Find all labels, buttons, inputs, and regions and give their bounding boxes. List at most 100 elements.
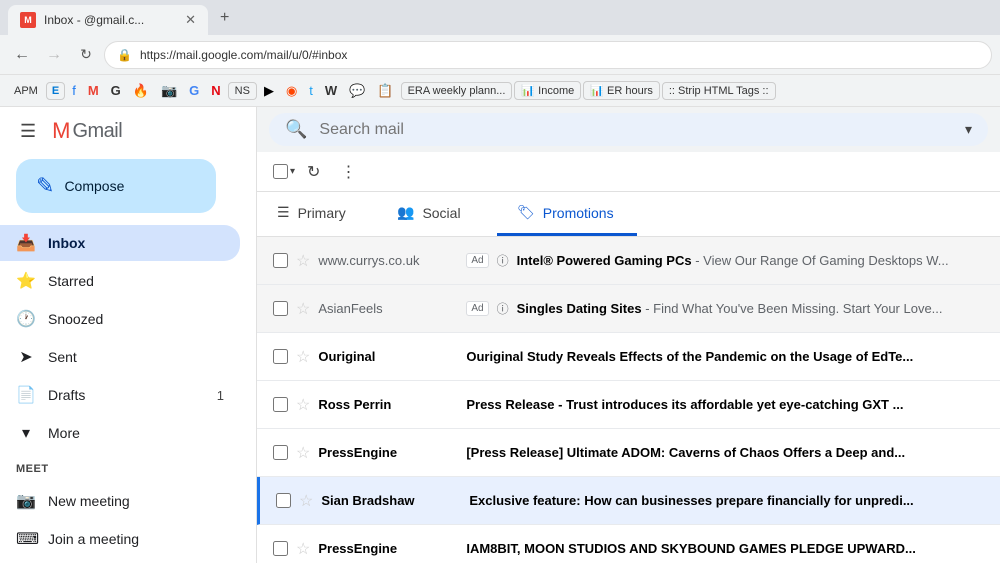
hamburger-menu-button[interactable]: ☰ — [16, 117, 40, 146]
email-row[interactable]: ☆ PressEngine [Press Release] Ultimate A… — [257, 429, 1000, 477]
search-input[interactable] — [319, 121, 953, 139]
bookmark-strip[interactable]: :: Strip HTML Tags :: — [662, 82, 776, 100]
sidebar-item-label-drafts: Drafts — [48, 387, 85, 403]
refresh-toolbar-button[interactable]: ↻ — [299, 158, 328, 186]
star-icon[interactable]: ☆ — [296, 299, 310, 319]
star-icon[interactable]: ☆ — [296, 347, 310, 367]
email-checkbox[interactable] — [273, 445, 288, 460]
bookmark-g3[interactable]: G — [184, 81, 204, 100]
bookmark-ns[interactable]: NS — [228, 82, 257, 100]
bookmark-reddit[interactable]: ◉ — [281, 81, 302, 101]
gmail-logo-icon: M — [52, 118, 70, 144]
ad-info-icon[interactable]: ⓘ — [497, 252, 509, 269]
url-text: https://mail.google.com/mail/u/0/#inbox — [140, 48, 347, 62]
sidebar-item-label-inbox: Inbox — [48, 235, 85, 251]
bookmark-er-hours[interactable]: 📊 ER hours — [583, 81, 660, 100]
primary-tab-icon: ☰ — [277, 204, 290, 221]
starred-icon: ⭐ — [16, 271, 36, 291]
star-icon[interactable]: ☆ — [296, 443, 310, 463]
sent-icon: ➤ — [16, 347, 36, 367]
email-preview: - Find What You've Been Missing. Start Y… — [645, 301, 942, 316]
keyboard-icon: ⌨ — [16, 529, 36, 549]
email-checkbox[interactable] — [273, 397, 288, 412]
email-row[interactable]: ☆ Ross Perrin Press Release - Trust intr… — [257, 381, 1000, 429]
bookmark-g[interactable]: G — [106, 81, 126, 100]
nav-more[interactable]: ▾ More — [0, 415, 240, 451]
email-list: ☆ www.currys.co.uk Ad ⓘ Intel® Powered G… — [257, 237, 1000, 563]
select-all-checkbox[interactable] — [273, 164, 288, 179]
email-checkbox[interactable] — [273, 301, 288, 316]
nav-inbox[interactable]: 📥 Inbox — [0, 225, 240, 261]
more-options-toolbar-button[interactable]: ⋮ — [332, 158, 364, 186]
search-bar[interactable]: 🔍 ▾ — [269, 113, 988, 146]
email-row[interactable]: ☆ PressEngine IAM8BIT, MOON STUDIOS AND … — [257, 525, 1000, 563]
social-tab-label: Social — [422, 205, 460, 221]
nav-starred[interactable]: ⭐ Starred — [0, 263, 240, 299]
star-icon[interactable]: ☆ — [296, 395, 310, 415]
bookmark-e[interactable]: E — [46, 82, 65, 100]
refresh-button[interactable]: ↻ — [72, 41, 100, 69]
tab-primary[interactable]: ☰ Primary — [257, 192, 377, 236]
browser-tab-active[interactable]: M Inbox - @gmail.c... ✕ — [8, 5, 208, 35]
star-icon[interactable]: ☆ — [299, 491, 313, 511]
email-preview: - View Our Range Of Gaming Desktops W... — [695, 253, 948, 268]
email-content: Ouriginal Study Reveals Effects of the P… — [466, 349, 984, 364]
back-button[interactable]: ← — [8, 41, 36, 69]
select-all-checkbox-area[interactable]: ▾ — [273, 164, 295, 179]
bookmark-whatsapp[interactable]: 💬 — [344, 81, 370, 101]
nav-snoozed[interactable]: 🕐 Snoozed — [0, 301, 240, 337]
ad-badge: Ad — [466, 253, 488, 268]
main-content: 🔍 ▾ ▾ ↻ ⋮ ☰ Primary 👥 Social — [256, 107, 1000, 563]
bookmark-twitter[interactable]: t — [304, 81, 318, 100]
email-row[interactable]: ☆ www.currys.co.uk Ad ⓘ Intel® Powered G… — [257, 237, 1000, 285]
email-row[interactable]: ☆ Ouriginal Ouriginal Study Reveals Effe… — [257, 333, 1000, 381]
email-subject: IAM8BIT, MOON STUDIOS AND SKYBOUND GAMES… — [466, 541, 916, 556]
lock-icon: 🔒 — [117, 48, 132, 62]
compose-label: Compose — [64, 178, 124, 194]
address-bar[interactable]: 🔒 https://mail.google.com/mail/u/0/#inbo… — [104, 41, 992, 69]
sidebar-item-label-starred: Starred — [48, 273, 94, 289]
tab-close-icon[interactable]: ✕ — [185, 12, 196, 28]
email-row[interactable]: ☆ AsianFeels Ad ⓘ Singles Dating Sites -… — [257, 285, 1000, 333]
bookmark-abema[interactable]: ▶ — [259, 81, 279, 101]
compose-button[interactable]: ✎ Compose — [16, 159, 216, 213]
drafts-badge: 1 — [217, 388, 224, 403]
star-icon[interactable]: ☆ — [296, 251, 310, 271]
bookmark-era[interactable]: ERA weekly plann... — [401, 82, 513, 100]
ad-info-icon[interactable]: ⓘ — [497, 300, 509, 317]
bookmark-income[interactable]: 📊 Income — [514, 81, 581, 100]
bookmark-instagram[interactable]: 📷 — [156, 81, 182, 101]
sidebar-item-label-more: More — [48, 425, 80, 441]
email-subject: Exclusive feature: How can businesses pr… — [469, 493, 913, 508]
nav-sent[interactable]: ➤ Sent — [0, 339, 240, 375]
bookmark-fire[interactable]: 🔥 — [128, 81, 154, 101]
email-subject: [Press Release] Ultimate ADOM: Caverns o… — [466, 445, 905, 460]
forward-button[interactable]: → — [40, 41, 68, 69]
bookmark-facebook[interactable]: f — [67, 81, 81, 100]
promotions-tab-label: Promotions — [543, 205, 614, 221]
email-checkbox[interactable] — [273, 253, 288, 268]
sender-name: Sian Bradshaw — [321, 493, 461, 508]
email-checkbox[interactable] — [273, 349, 288, 364]
nav-drafts[interactable]: 📄 Drafts 1 — [0, 377, 240, 413]
select-dropdown-icon[interactable]: ▾ — [290, 166, 295, 177]
nav-join-meeting[interactable]: ⌨ Join a meeting — [0, 521, 240, 557]
star-icon[interactable]: ☆ — [296, 539, 310, 559]
email-subject: Intel® Powered Gaming PCs — [517, 253, 692, 268]
email-checkbox[interactable] — [276, 493, 291, 508]
nav-new-meeting[interactable]: 📷 New meeting — [0, 483, 240, 519]
email-checkbox[interactable] — [273, 541, 288, 556]
more-chevron-icon: ▾ — [16, 423, 36, 443]
new-tab-button[interactable]: + — [212, 5, 237, 31]
gmail-favicon: M — [20, 12, 36, 28]
bookmark-monday[interactable]: 📋 — [372, 81, 398, 101]
email-row-highlighted[interactable]: ☆ Sian Bradshaw Exclusive feature: How c… — [257, 477, 1000, 525]
search-dropdown-icon[interactable]: ▾ — [965, 121, 972, 138]
tab-promotions[interactable]: 🏷 Promotions — [497, 192, 637, 236]
email-subject: Ouriginal Study Reveals Effects of the P… — [466, 349, 913, 364]
bookmark-apm[interactable]: APM — [8, 83, 44, 99]
tab-social[interactable]: 👥 Social — [377, 192, 497, 236]
bookmark-netflix[interactable]: N — [206, 81, 225, 100]
bookmark-w[interactable]: W — [320, 81, 342, 100]
bookmark-gmail[interactable]: M — [83, 81, 104, 100]
